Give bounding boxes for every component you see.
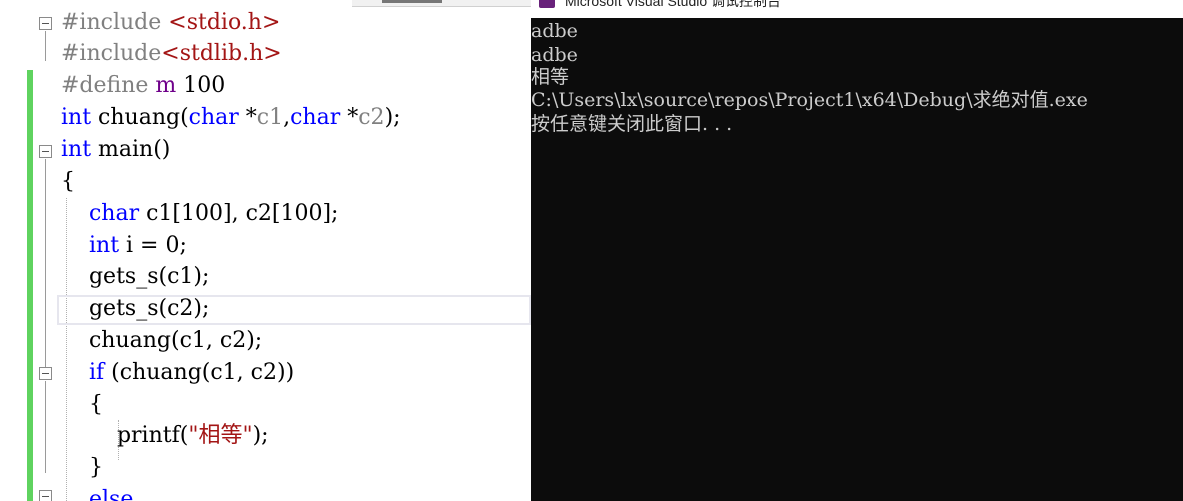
code-token: #include (61, 41, 162, 66)
fold-collapse-icon[interactable] (39, 367, 52, 380)
code-token: if (88, 360, 105, 385)
change-indicator-bar (27, 70, 33, 501)
code-token: <stdio.h> (168, 10, 281, 35)
code-token: char (88, 201, 140, 226)
code-token: ); (384, 105, 401, 130)
code-line[interactable]: int chuang(char *c1,char *c2); (61, 102, 401, 134)
code-line[interactable]: gets_s(c1); (61, 261, 209, 293)
code-line[interactable]: } (61, 452, 103, 484)
console-output-line: 按任意键关闭此窗口. . . (531, 113, 733, 135)
fold-collapse-icon[interactable] (39, 17, 52, 30)
fold-collapse-icon[interactable] (39, 490, 52, 501)
code-token: <stdlib.h> (161, 41, 282, 66)
code-token: int (61, 137, 92, 162)
fold-guide (45, 159, 46, 369)
console-title: Microsoft Visual Studio 调试控制台 (565, 0, 782, 9)
code-token: char (290, 105, 341, 130)
code-token: main() (91, 137, 171, 162)
code-token: { (61, 169, 75, 194)
code-line[interactable]: { (61, 166, 75, 198)
code-token: #define (61, 73, 156, 98)
code-line[interactable]: #include <stdio.h> (61, 7, 280, 39)
code-token: c1 (256, 105, 284, 130)
code-line[interactable]: if (chuang(c1, c2)) (61, 357, 294, 389)
code-token: gets_s(c1); (61, 264, 210, 289)
code-token: else (88, 487, 134, 501)
code-token: gets_s(c2); (61, 296, 210, 321)
editor-tab-stub[interactable] (352, 0, 531, 7)
code-token: i = 0; (119, 233, 187, 258)
code-token: int (61, 105, 92, 130)
code-line[interactable]: else (61, 484, 133, 501)
fold-collapse-icon[interactable] (39, 145, 52, 158)
code-line[interactable]: chuang(c1, c2); (61, 325, 262, 357)
code-line[interactable]: printf("相等"); (61, 420, 269, 452)
console-titlebar[interactable]: Microsoft Visual Studio 调试控制台 (531, 0, 1183, 18)
code-line[interactable]: int i = 0; (61, 230, 187, 262)
code-token: "相等" (188, 423, 253, 448)
code-token: int (88, 233, 120, 258)
console-output-line: 相等 (531, 66, 570, 88)
code-token: c1[100], c2[100]; (139, 201, 339, 226)
code-editor[interactable]: #include <stdio.h> #include<stdlib.h> #def… (0, 0, 531, 501)
code-line[interactable]: gets_s(c2); (61, 293, 209, 325)
console-output-line: adbe (531, 44, 578, 66)
code-token: chuang( (91, 105, 189, 130)
code-token: ); (252, 423, 269, 448)
console-output-line: adbe (531, 20, 578, 42)
code-token: (chuang(c1, c2)) (104, 360, 295, 385)
debug-console-window[interactable]: Microsoft Visual Studio 调试控制台 adbe adbe … (531, 0, 1183, 501)
code-line[interactable]: { (61, 389, 103, 421)
code-token: { (61, 392, 103, 417)
code-line[interactable]: int main() (61, 134, 170, 166)
code-line[interactable]: #include<stdlib.h> (61, 38, 282, 70)
code-token: #include (61, 10, 169, 35)
code-token: m (155, 73, 177, 98)
code-token: * (340, 105, 359, 130)
code-token: * (238, 105, 257, 130)
code-token: 100 (176, 73, 226, 98)
code-token: c2 (358, 105, 385, 130)
code-token: printf( (61, 423, 189, 448)
console-output-line: C:\Users\lx\source\repos\Project1\x64\De… (531, 89, 1088, 111)
fold-guide (45, 31, 46, 61)
code-token: } (61, 455, 103, 480)
code-line[interactable]: char c1[100], c2[100]; (61, 198, 338, 230)
fold-guide (45, 381, 46, 473)
code-token: char (188, 105, 239, 130)
visual-studio-icon (539, 0, 555, 8)
code-line[interactable]: #define m 100 (61, 70, 225, 102)
code-token: chuang(c1, c2); (61, 328, 263, 353)
